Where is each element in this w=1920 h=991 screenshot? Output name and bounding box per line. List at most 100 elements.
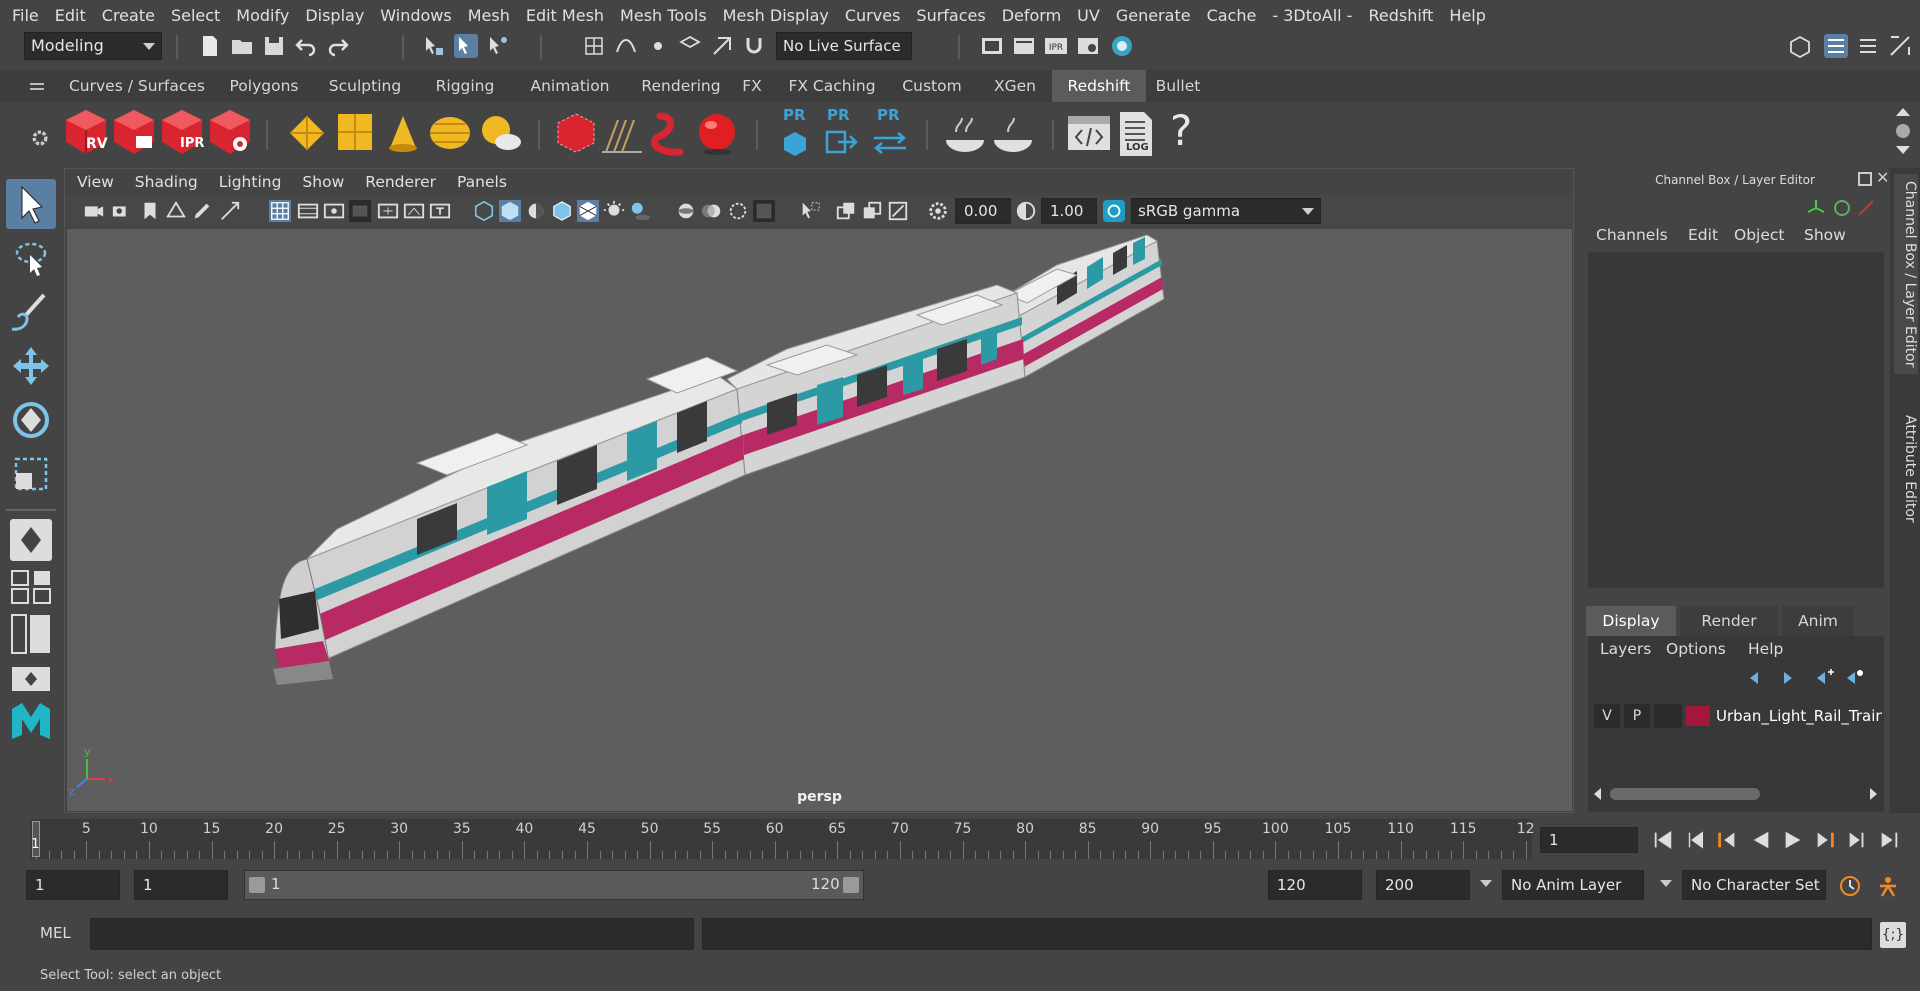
tab-fx-caching[interactable]: FX Caching	[782, 70, 882, 102]
menu-mesh-display[interactable]: Mesh Display	[717, 6, 839, 25]
layer-visibility-toggle[interactable]: V	[1594, 704, 1620, 728]
channel-box-toggle-icon[interactable]	[1824, 34, 1848, 58]
new-layer-selected-icon[interactable]	[1844, 668, 1864, 688]
tab-display[interactable]: Display	[1586, 606, 1676, 636]
redshift-volume-icon[interactable]	[694, 110, 740, 156]
train-car-rear[interactable]	[1005, 234, 1165, 378]
chevron-down-icon[interactable]	[1660, 880, 1672, 887]
use-all-lights-icon[interactable]	[603, 200, 625, 222]
exposure-icon[interactable]	[927, 200, 949, 222]
tab-curves-surfaces[interactable]: Curves / Surfaces	[62, 70, 212, 102]
menu-uv[interactable]: UV	[1071, 6, 1110, 25]
play-forwards-icon[interactable]	[1782, 829, 1804, 851]
redshift-render-sequence-icon[interactable]	[112, 108, 156, 156]
animation-preferences-icon[interactable]	[1876, 874, 1900, 898]
menu-curves[interactable]: Curves	[839, 6, 911, 25]
redshift-hair-icon[interactable]	[600, 116, 644, 154]
mode-selector[interactable]: Modeling	[24, 32, 162, 60]
redshift-curve-icon[interactable]	[650, 110, 690, 156]
redshift-material-icon[interactable]	[942, 112, 988, 154]
current-frame-field[interactable]: 1	[1540, 827, 1638, 853]
step-back-key-icon[interactable]	[1716, 829, 1738, 851]
tab-fx[interactable]: FX	[732, 70, 772, 102]
camera-attributes-icon[interactable]	[111, 200, 133, 222]
render-frame-icon[interactable]	[1012, 34, 1036, 58]
single-perspective-layout-icon[interactable]	[10, 519, 52, 561]
playback-end-field[interactable]: 120	[1268, 870, 1362, 900]
safe-action-icon[interactable]	[403, 200, 425, 222]
time-ruler[interactable]: 5 10 15 20 25 30 35 40 45 50 55 60 65 70 75 80 85 90 95 100…	[30, 819, 1535, 859]
tab-rigging[interactable]: Rigging	[418, 70, 512, 102]
2d-pan-zoom-icon[interactable]	[219, 200, 241, 222]
color-space-dropdown[interactable]: sRGB gamma	[1131, 198, 1321, 224]
animation-end-field[interactable]: 200	[1376, 870, 1470, 900]
redshift-physical-light-icon[interactable]	[286, 112, 328, 154]
tab-render[interactable]: Render	[1680, 606, 1778, 636]
scroll-left-icon[interactable]	[1594, 788, 1601, 800]
tab-anim[interactable]: Anim	[1782, 606, 1854, 636]
horizontal-scrollbar[interactable]	[1610, 788, 1760, 800]
speed-icon[interactable]	[1832, 198, 1852, 218]
redshift-material-blend-icon[interactable]	[990, 112, 1036, 154]
field-chart-icon[interactable]	[377, 200, 399, 222]
layer-move-down-icon[interactable]	[1776, 668, 1796, 688]
menu-select[interactable]: Select	[165, 6, 230, 25]
live-surface-field[interactable]: No Live Surface	[776, 32, 912, 60]
move-tool-icon[interactable]	[6, 341, 56, 391]
xray-icon[interactable]	[835, 200, 857, 222]
viewport-menu-lighting[interactable]: Lighting	[219, 173, 282, 191]
grease-pencil-icon[interactable]	[191, 200, 213, 222]
redshift-render-settings-icon[interactable]	[208, 108, 252, 156]
select-objects-icon[interactable]	[454, 34, 478, 58]
redshift-script-editor-icon[interactable]	[1066, 110, 1112, 156]
maya-logo-icon[interactable]	[8, 699, 54, 745]
shelf-scroll-down-icon[interactable]	[1896, 146, 1910, 154]
modeling-toolkit-icon[interactable]	[1888, 34, 1912, 58]
redshift-dome-light-icon[interactable]	[428, 112, 472, 154]
step-forward-frame-icon[interactable]	[1846, 829, 1868, 851]
outliner-layout-icon[interactable]	[10, 613, 52, 655]
scale-tool-icon[interactable]	[6, 449, 56, 499]
tab-channel-box[interactable]: Channel Box / Layer Editor	[1894, 174, 1918, 374]
paint-select-tool-icon[interactable]	[6, 287, 56, 337]
snap-curve-icon[interactable]	[614, 34, 638, 58]
grid-toggle-icon[interactable]	[269, 200, 291, 222]
isolate-select-icon[interactable]	[799, 200, 821, 222]
step-back-frame-icon[interactable]	[1684, 829, 1706, 851]
ipr-render-icon[interactable]: IPR	[1044, 34, 1068, 58]
shelf-scroll-up-icon[interactable]	[1896, 108, 1910, 116]
graph-layout-icon[interactable]	[10, 665, 52, 693]
four-view-layout-icon[interactable]	[10, 569, 52, 605]
auto-key-icon[interactable]	[1838, 874, 1862, 898]
film-gate-icon[interactable]	[297, 200, 319, 222]
tab-attribute-editor[interactable]: Attribute Editor	[1894, 404, 1918, 534]
gamma-icon[interactable]	[1015, 200, 1037, 222]
menu-display[interactable]: Display	[299, 6, 374, 25]
gate-mask-icon[interactable]	[349, 200, 371, 222]
command-input[interactable]	[90, 918, 694, 950]
3d-viewport[interactable]: x y z persp	[67, 229, 1572, 811]
screen-space-ao-icon[interactable]	[675, 200, 697, 222]
gamma-field[interactable]: 1.00	[1041, 198, 1097, 224]
lasso-tool-icon[interactable]	[6, 233, 56, 283]
menu-edit-mesh[interactable]: Edit Mesh	[520, 6, 614, 25]
layer-move-up-icon[interactable]	[1746, 668, 1766, 688]
hypershade-icon[interactable]	[1110, 34, 1134, 58]
redshift-portal-light-icon[interactable]	[334, 110, 376, 154]
layer-color-swatch[interactable]	[1686, 706, 1710, 726]
snap-grid-icon[interactable]	[582, 34, 606, 58]
shadows-icon[interactable]	[629, 200, 651, 222]
go-to-end-icon[interactable]	[1878, 829, 1900, 851]
viewport-menu-show[interactable]: Show	[302, 173, 344, 191]
rotate-tool-icon[interactable]	[6, 395, 56, 445]
snap-point-icon[interactable]	[646, 34, 670, 58]
textured-icon[interactable]	[577, 200, 599, 222]
help-icon[interactable]: ?	[1170, 106, 1192, 155]
menu-cache[interactable]: Cache	[1201, 6, 1267, 25]
hyper-icon[interactable]	[1856, 198, 1876, 218]
layer-name[interactable]: Urban_Light_Rail_Train	[1716, 704, 1882, 728]
depth-of-field-icon[interactable]	[753, 200, 775, 222]
channel-box-menu-show[interactable]: Show	[1804, 226, 1846, 244]
render-settings-icon[interactable]	[1076, 34, 1100, 58]
character-set-field[interactable]: No Character Set	[1682, 870, 1826, 900]
